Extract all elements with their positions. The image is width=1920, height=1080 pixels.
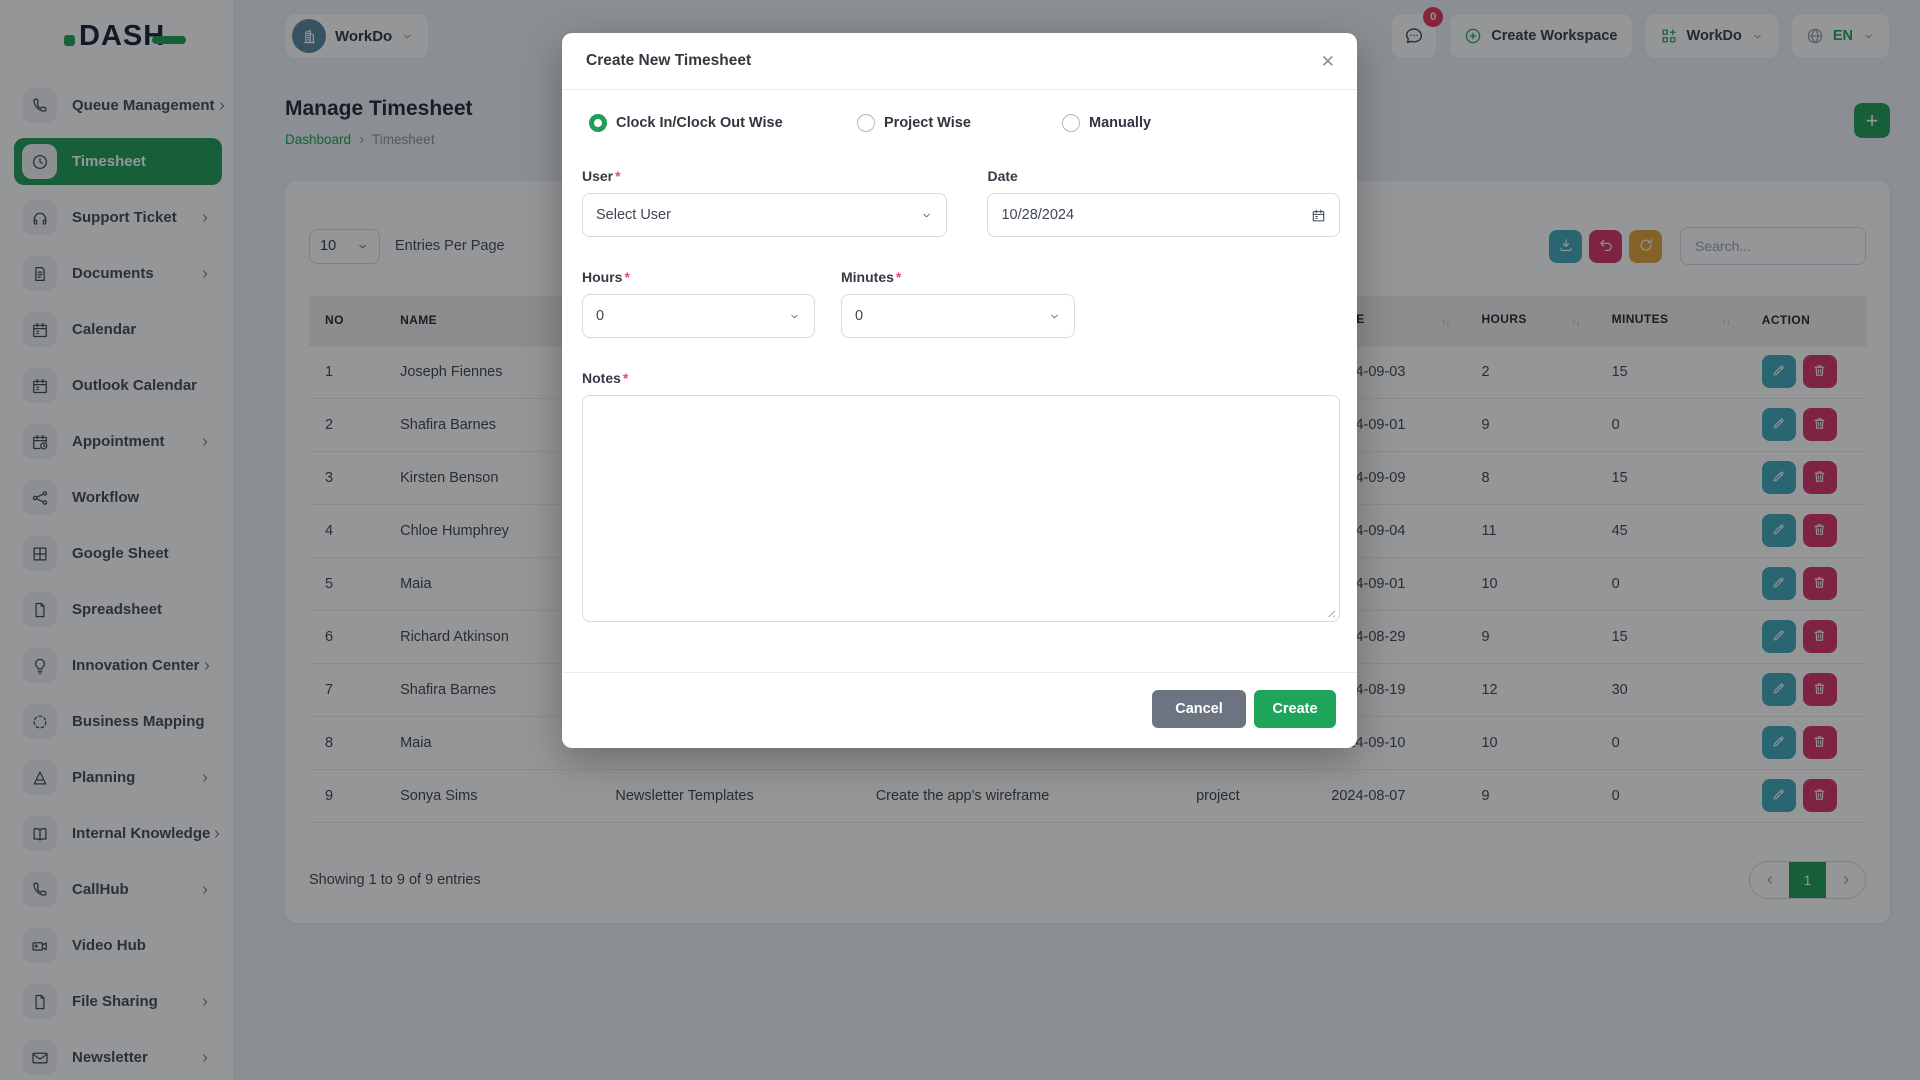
required-mark: * bbox=[623, 370, 628, 386]
modal-title: Create New Timesheet bbox=[586, 52, 751, 70]
create-button[interactable]: Create bbox=[1254, 690, 1336, 728]
date-label: Date bbox=[987, 168, 1340, 184]
cancel-button[interactable]: Cancel bbox=[1152, 690, 1246, 728]
calendar-icon bbox=[1311, 208, 1326, 223]
user-date-row: User* Select User Date 10/28/2024 bbox=[582, 168, 1340, 237]
hours-select[interactable]: 0 bbox=[582, 294, 815, 338]
minutes-select[interactable]: 0 bbox=[841, 294, 1075, 338]
user-label: User* bbox=[582, 168, 947, 184]
chevron-down-icon bbox=[1048, 310, 1061, 323]
user-select-value: Select User bbox=[596, 207, 671, 223]
notes-label: Notes* bbox=[582, 370, 1340, 386]
radio-checked-icon bbox=[589, 114, 607, 132]
radio-clock-in-clock-out-wise[interactable]: Clock In/Clock Out Wise bbox=[589, 114, 857, 132]
minutes-select-value: 0 bbox=[855, 308, 863, 324]
chevron-down-icon bbox=[920, 209, 933, 222]
hours-select-value: 0 bbox=[596, 308, 604, 324]
modal-footer: Cancel Create bbox=[562, 672, 1357, 748]
radio-project-wise[interactable]: Project Wise bbox=[857, 114, 1062, 132]
hours-label: Hours* bbox=[582, 269, 815, 285]
user-select[interactable]: Select User bbox=[582, 193, 947, 237]
radio-label: Clock In/Clock Out Wise bbox=[616, 115, 783, 131]
hours-minutes-row: Hours* 0 Minutes* 0 bbox=[582, 269, 1340, 338]
timesheet-type-radios: Clock In/Clock Out Wise Project Wise Manua… bbox=[589, 114, 1340, 132]
radio-unchecked-icon bbox=[857, 114, 875, 132]
close-icon[interactable]: ✕ bbox=[1321, 53, 1335, 70]
notes-textarea[interactable] bbox=[582, 395, 1340, 622]
required-mark: * bbox=[624, 269, 629, 285]
modal-header: Create New Timesheet ✕ bbox=[562, 33, 1357, 90]
radio-manually[interactable]: Manually bbox=[1062, 114, 1151, 132]
date-input[interactable]: 10/28/2024 bbox=[987, 193, 1340, 237]
chevron-down-icon bbox=[788, 310, 801, 323]
required-mark: * bbox=[615, 168, 620, 184]
radio-label: Manually bbox=[1089, 115, 1151, 131]
radio-label: Project Wise bbox=[884, 115, 971, 131]
radio-unchecked-icon bbox=[1062, 114, 1080, 132]
required-mark: * bbox=[896, 269, 901, 285]
modal-body: Clock In/Clock Out Wise Project Wise Manua… bbox=[562, 90, 1357, 622]
notes-field: Notes* bbox=[582, 370, 1340, 622]
date-input-value: 10/28/2024 bbox=[1001, 207, 1074, 223]
create-timesheet-modal: Create New Timesheet ✕ Clock In/Clock Ou… bbox=[562, 33, 1357, 748]
minutes-label: Minutes* bbox=[841, 269, 1075, 285]
